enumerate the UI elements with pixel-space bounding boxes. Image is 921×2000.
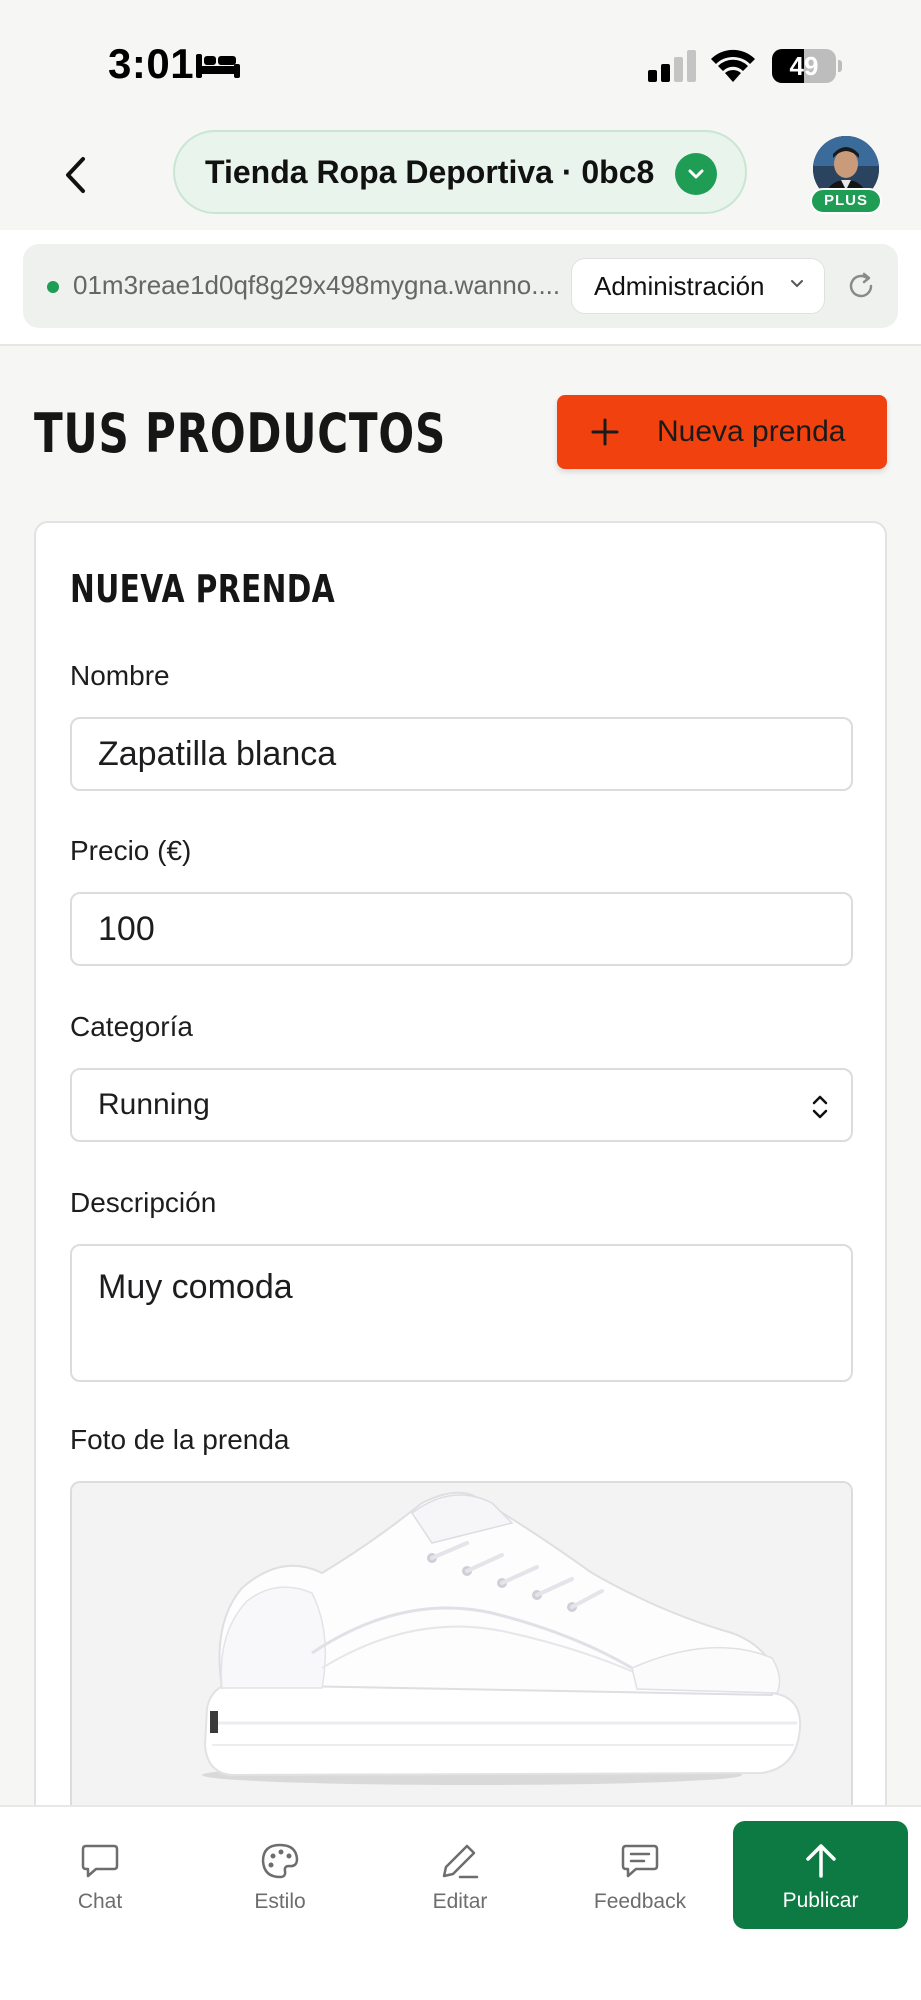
chevron-down-icon	[791, 280, 803, 288]
battery-icon: 49	[772, 49, 842, 83]
sleep-focus-icon	[196, 54, 240, 78]
category-select[interactable]: Running	[70, 1068, 853, 1142]
url-bar: 01m3reae1d0qf8g29x498mygna.wanno.... Adm…	[23, 244, 898, 328]
photo-label: Foto de la prenda	[70, 1424, 290, 1455]
tab-feedback-label: Feedback	[593, 1890, 687, 1913]
new-item-form: NUEVA PRENDA Nombre Zapatilla blanca Pre…	[34, 521, 887, 1821]
name-input[interactable]: Zapatilla blanca	[70, 717, 853, 791]
price-label: Precio (€)	[70, 835, 192, 866]
arrow-up-icon	[805, 1844, 836, 1878]
tab-editar-label: Editar	[432, 1890, 488, 1913]
select-arrows-icon	[812, 1095, 828, 1119]
category-label: Categoría	[70, 1011, 193, 1042]
page-title: TUS PRODUCTOS	[34, 402, 447, 465]
mode-select-label: Administración	[594, 270, 765, 301]
name-input-value: Zapatilla blanca	[98, 734, 337, 773]
online-status-dot	[47, 281, 59, 293]
mode-select[interactable]: Administración	[571, 258, 825, 314]
tab-feedback[interactable]: Feedback	[565, 1807, 715, 1937]
wifi-icon	[711, 49, 755, 82]
form-title: NUEVA PRENDA	[70, 567, 336, 611]
publish-button[interactable]: Publicar	[733, 1821, 908, 1929]
plan-badge: PLUS	[810, 188, 882, 214]
price-input[interactable]: 100	[70, 892, 853, 966]
chevron-left-icon	[66, 157, 85, 193]
battery-level: 49	[789, 51, 819, 81]
publish-label: Publicar	[782, 1889, 859, 1912]
new-item-label: Nueva prenda	[657, 415, 846, 448]
palette-icon	[261, 1843, 299, 1879]
project-name: Tienda Ropa Deportiva · 0bc8	[205, 153, 655, 190]
back-button[interactable]	[50, 150, 100, 200]
description-textarea[interactable]: Muy comoda	[70, 1244, 853, 1382]
tab-estilo[interactable]: Estilo	[205, 1807, 355, 1937]
cellular-signal-icon	[648, 50, 696, 82]
name-label: Nombre	[70, 660, 170, 691]
project-dropdown-icon	[675, 153, 717, 195]
product-photo[interactable]	[70, 1481, 853, 1821]
preview-toolbar: 01m3reae1d0qf8g29x498mygna.wanno.... Adm…	[0, 230, 921, 346]
new-item-button[interactable]: Nueva prenda	[557, 395, 887, 469]
price-input-value: 100	[98, 909, 155, 948]
status-time: 3:01	[108, 40, 195, 87]
tab-editar[interactable]: Editar	[385, 1807, 535, 1937]
bottom-tab-bar: Chat Estilo Editar Feedback Publicar	[0, 1805, 921, 2000]
category-select-value: Running	[98, 1088, 210, 1121]
project-selector[interactable]: Tienda Ropa Deportiva · 0bc8	[173, 130, 747, 214]
tab-chat-label: Chat	[77, 1890, 123, 1913]
status-bar: 3:01 49	[0, 0, 921, 120]
plus-icon	[591, 418, 619, 446]
refresh-icon[interactable]	[843, 268, 879, 304]
tab-chat[interactable]: Chat	[25, 1807, 175, 1937]
user-avatar-button[interactable]: PLUS	[810, 136, 882, 216]
tab-estilo-label: Estilo	[254, 1890, 306, 1913]
chat-icon	[81, 1844, 119, 1878]
description-textarea-value: Muy comoda	[98, 1268, 293, 1306]
feedback-icon	[621, 1844, 659, 1878]
sneaker-image	[72, 1483, 851, 1821]
top-nav: Tienda Ropa Deportiva · 0bc8 PLUS	[0, 120, 921, 230]
pencil-icon	[442, 1844, 479, 1879]
preview-url[interactable]: 01m3reae1d0qf8g29x498mygna.wanno....	[73, 270, 573, 301]
description-label: Descripción	[70, 1187, 217, 1218]
